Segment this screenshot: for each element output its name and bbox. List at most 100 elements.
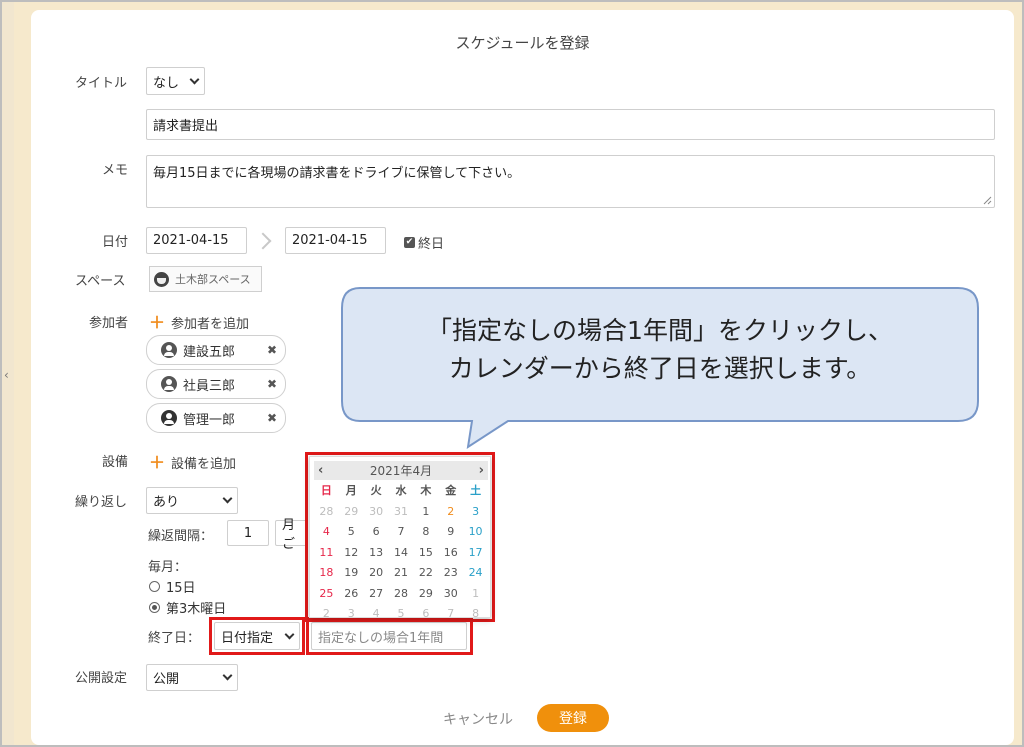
calendar-day[interactable]: 5 [389, 604, 414, 625]
calendar-day[interactable]: 30 [364, 502, 389, 523]
calendar-day[interactable]: 29 [413, 584, 438, 605]
end-date-input[interactable]: 指定なしの場合1年間 [311, 622, 467, 650]
calendar-day[interactable]: 2 [314, 604, 339, 625]
checkbox-checked-icon: ✔ [404, 237, 415, 248]
chevron-down-icon [189, 74, 200, 84]
interval-value: 1 [243, 525, 253, 541]
remove-icon[interactable]: ✖ [267, 377, 277, 391]
calendar-day[interactable]: 23 [438, 563, 463, 584]
monthly-option-weekday[interactable]: 第3木曜日 [149, 598, 226, 617]
remove-icon[interactable]: ✖ [267, 411, 277, 425]
title-preset-select[interactable]: なし [146, 67, 205, 95]
add-participant-button[interactable]: ＋ 参加者を追加 [149, 313, 249, 332]
radio-selected-icon [149, 602, 160, 613]
participant-chip: 建設五郎 ✖ [146, 335, 286, 365]
calendar-day[interactable]: 30 [438, 584, 463, 605]
calendar-day[interactable]: 19 [339, 563, 364, 584]
submit-button[interactable]: 登録 [537, 704, 609, 732]
calendar-day[interactable]: 8 [413, 522, 438, 543]
chevron-down-icon [222, 493, 233, 504]
end-date-input[interactable]: 2021-04-15 [285, 227, 386, 254]
calendar-header: ‹ 2021年4月 › [314, 461, 488, 480]
radio-icon [149, 581, 160, 592]
calendar-weekday: 土 [470, 484, 482, 497]
monthly-option-weekday-label: 第3木曜日 [166, 602, 227, 617]
calendar-day[interactable]: 28 [314, 502, 339, 523]
calendar-day[interactable]: 3 [339, 604, 364, 625]
callout-line-2: カレンダーから終了日を選択します。 [448, 354, 872, 383]
remove-icon[interactable]: ✖ [267, 343, 277, 357]
memo-textarea-value: 毎月15日までに各現場の請求書をドライブに保管して下さい。 [153, 166, 521, 181]
allday-checkbox[interactable]: ✔ 終日 [404, 233, 444, 252]
calendar-day[interactable]: 6 [413, 604, 438, 625]
calendar-day[interactable]: 14 [389, 543, 414, 564]
user-icon [161, 342, 177, 358]
dialog-title: スケジュールを登録 [455, 34, 590, 52]
chevron-left-icon: ‹ [4, 368, 9, 382]
prev-month-icon[interactable]: ‹ [318, 463, 323, 478]
participant-name: 建設五郎 [183, 344, 236, 360]
repeat-label: 繰り返し [75, 495, 128, 510]
calendar-day[interactable]: 27 [364, 584, 389, 605]
calendar-day[interactable]: 7 [389, 522, 414, 543]
calendar-day[interactable]: 5 [339, 522, 364, 543]
calendar-day[interactable]: 17 [463, 543, 488, 564]
next-month-icon[interactable]: › [479, 463, 484, 478]
add-participant-label: 参加者を追加 [171, 317, 250, 332]
publish-select[interactable]: 公開 [146, 664, 238, 691]
side-panel-toggle[interactable]: ‹ [2, 2, 14, 745]
end-date-type-select[interactable]: 日付指定 [214, 622, 300, 650]
calendar-day[interactable]: 7 [438, 604, 463, 625]
add-equipment-button[interactable]: ＋ 設備を追加 [149, 453, 236, 472]
calendar-day[interactable]: 25 [314, 584, 339, 605]
title-preset-value: なし [153, 75, 180, 91]
repeat-value: あり [153, 495, 180, 510]
calendar-day[interactable]: 9 [438, 522, 463, 543]
calendar-month-label: 2021年4月 [369, 464, 433, 478]
monthly-label: 毎月： [148, 560, 188, 575]
user-icon [161, 376, 177, 392]
monthly-option-day[interactable]: 15日 [149, 577, 196, 596]
calendar-day[interactable]: 29 [339, 502, 364, 523]
calendar-day[interactable]: 21 [389, 563, 414, 584]
calendar-day[interactable]: 15 [413, 543, 438, 564]
calendar-day[interactable]: 13 [364, 543, 389, 564]
calendar-day[interactable]: 18 [314, 563, 339, 584]
start-date-value: 2021-04-15 [153, 233, 229, 248]
space-chip[interactable]: 土木部スペース [149, 266, 262, 292]
avatar-photo-icon [161, 410, 177, 426]
calendar-day[interactable]: 6 [364, 522, 389, 543]
monthly-option-day-label: 15日 [166, 581, 196, 596]
calendar-day[interactable]: 31 [389, 502, 414, 523]
calendar-day[interactable]: 8 [463, 604, 488, 625]
calendar-day[interactable]: 1 [413, 502, 438, 523]
participants-label: 参加者 [89, 316, 129, 331]
calendar-day[interactable]: 12 [339, 543, 364, 564]
calendar-day[interactable]: 24 [463, 563, 488, 584]
cancel-button[interactable]: キャンセル [443, 709, 513, 729]
calendar-day[interactable]: 28 [389, 584, 414, 605]
calendar-day[interactable]: 4 [314, 522, 339, 543]
calendar-day[interactable]: 16 [438, 543, 463, 564]
interval-label: 繰返間隔： [148, 529, 214, 544]
calendar-day[interactable]: 26 [339, 584, 364, 605]
title-label: タイトル [75, 76, 128, 91]
calendar-day[interactable]: 10 [463, 522, 488, 543]
calendar-day[interactable]: 2 [438, 502, 463, 523]
repeat-select[interactable]: あり [146, 487, 238, 514]
start-date-input[interactable]: 2021-04-15 [146, 227, 247, 254]
calendar-day[interactable]: 20 [364, 563, 389, 584]
title-input[interactable]: 請求書提出 [146, 109, 995, 140]
calendar-day[interactable]: 4 [364, 604, 389, 625]
calendar-weekday: 金 [445, 484, 457, 497]
interval-input[interactable]: 1 [227, 520, 269, 546]
calendar-day[interactable]: 1 [463, 584, 488, 605]
publish-label: 公開設定 [75, 671, 128, 686]
participant-chip: 社員三郎 ✖ [146, 369, 286, 399]
memo-textarea[interactable]: 毎月15日までに各現場の請求書をドライブに保管して下さい。 [146, 155, 995, 208]
calendar-day[interactable]: 11 [314, 543, 339, 564]
calendar-day[interactable]: 3 [463, 502, 488, 523]
resize-handle-icon[interactable] [983, 196, 992, 205]
interval-unit-select[interactable]: 月ご [275, 518, 307, 552]
calendar-day[interactable]: 22 [413, 563, 438, 584]
